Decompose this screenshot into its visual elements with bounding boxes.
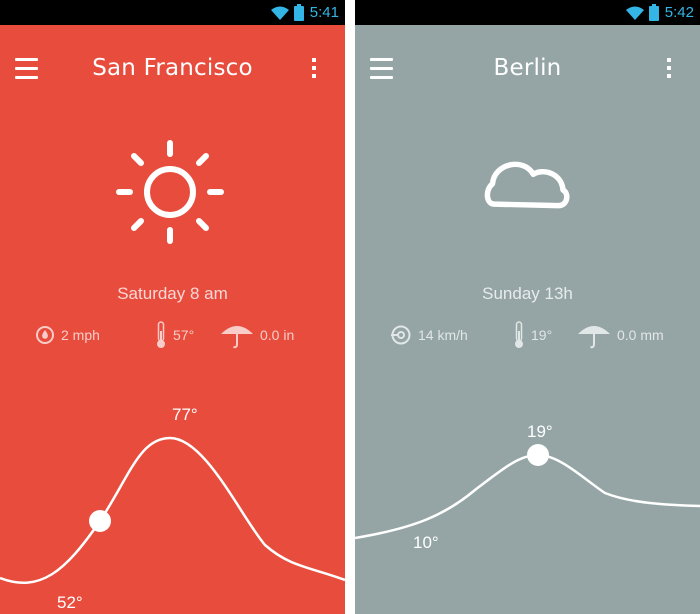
wind-value: 14 km/h bbox=[418, 327, 468, 343]
weather-details: 2 mph 57° 0.0 in bbox=[0, 320, 345, 350]
wind-drop-icon bbox=[36, 326, 54, 344]
day-time: Saturday 8 am bbox=[117, 284, 228, 303]
temperature-value: 19° bbox=[531, 327, 553, 343]
precipitation-detail: 0.0 in bbox=[220, 320, 294, 350]
battery-icon bbox=[648, 4, 659, 21]
high-temp-label: 77° bbox=[172, 405, 198, 424]
phone-san-francisco: 5:41 San Francisco Saturday 8 am 2 mph 5… bbox=[0, 0, 345, 614]
city-title: San Francisco bbox=[92, 55, 253, 81]
wind-value: 2 mph bbox=[61, 327, 100, 343]
time-slider-handle[interactable] bbox=[89, 510, 111, 532]
menu-icon[interactable] bbox=[370, 58, 393, 79]
weather-screen: Berlin Sunday 13h 14 km/h 19° 0.0 mm 19°… bbox=[355, 25, 700, 614]
status-bar: 5:41 bbox=[0, 0, 345, 25]
precipitation-value: 0.0 mm bbox=[617, 327, 664, 343]
temperature-detail: 57° bbox=[155, 320, 194, 350]
app-bar: Berlin bbox=[355, 25, 700, 113]
wifi-icon bbox=[625, 6, 644, 20]
precipitation-value: 0.0 in bbox=[260, 327, 295, 343]
wind-circle-icon bbox=[391, 325, 411, 345]
city-title: Berlin bbox=[493, 55, 562, 81]
thermometer-icon bbox=[515, 321, 523, 348]
weather-details: 14 km/h 19° 0.0 mm bbox=[355, 320, 700, 350]
sun-icon bbox=[116, 140, 224, 244]
phone-berlin: 5:42 Berlin Sunday 13h 14 km/h 19° 0.0 m… bbox=[355, 0, 700, 614]
umbrella-icon bbox=[578, 326, 610, 349]
wifi-icon bbox=[270, 6, 289, 20]
wind-detail: 2 mph bbox=[35, 320, 100, 350]
app-bar: San Francisco bbox=[0, 25, 345, 113]
wind-detail: 14 km/h bbox=[390, 320, 468, 350]
precipitation-detail: 0.0 mm bbox=[577, 320, 664, 350]
overflow-menu-icon[interactable] bbox=[307, 58, 321, 80]
weather-screen: San Francisco Saturday 8 am 2 mph 57° 0.… bbox=[0, 25, 345, 614]
status-time: 5:42 bbox=[664, 4, 694, 21]
temperature-detail: 19° bbox=[513, 320, 552, 350]
low-temp-label: 10° bbox=[413, 533, 439, 552]
overflow-menu-icon[interactable] bbox=[662, 58, 676, 80]
temperature-value: 57° bbox=[173, 327, 195, 343]
low-temp-label: 52° bbox=[57, 593, 83, 612]
high-temp-label: 19° bbox=[527, 422, 553, 441]
cloud-icon bbox=[484, 161, 570, 209]
battery-icon bbox=[293, 4, 304, 21]
menu-icon[interactable] bbox=[15, 58, 38, 79]
thermometer-icon bbox=[157, 321, 165, 348]
umbrella-icon bbox=[221, 326, 253, 349]
status-bar: 5:42 bbox=[355, 0, 700, 25]
status-icons: 5:41 bbox=[270, 3, 339, 22]
day-time: Sunday 13h bbox=[482, 284, 573, 303]
status-icons: 5:42 bbox=[625, 3, 694, 22]
time-slider-handle[interactable] bbox=[527, 444, 549, 466]
status-time: 5:41 bbox=[309, 4, 339, 21]
